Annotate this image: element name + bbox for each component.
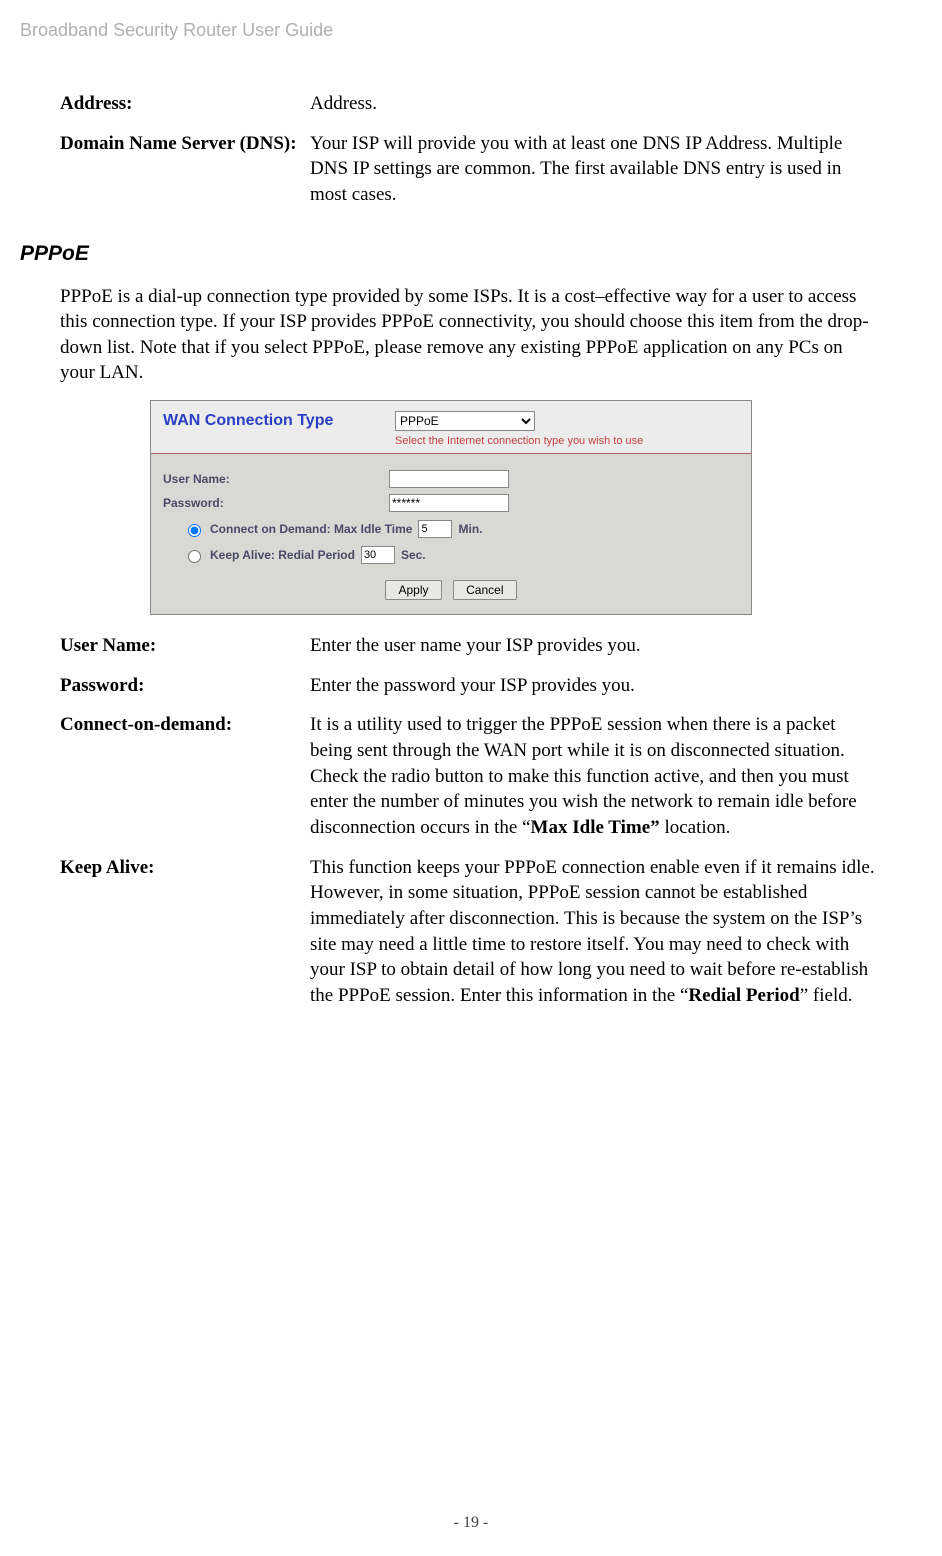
definition-description: Enter the user name your ISP provides yo… — [310, 633, 882, 659]
document-header: Broadband Security Router User Guide — [20, 20, 882, 41]
definition-row: Password: Enter the password your ISP pr… — [60, 673, 882, 699]
bold-text: Redial Period — [688, 985, 799, 1006]
password-label: Password: — [163, 496, 383, 510]
cancel-button[interactable]: Cancel — [453, 580, 516, 600]
definition-term: Domain Name Server (DNS): — [60, 131, 310, 208]
keep-alive-row: Keep Alive: Redial Period Sec. — [183, 546, 739, 564]
wan-connection-type-label: WAN Connection Type — [163, 412, 383, 430]
section-intro: PPPoE is a dial-up connection type provi… — [60, 284, 882, 387]
screenshot-subtitle: Select the Internet connection type you … — [395, 435, 739, 447]
page: Broadband Security Router User Guide Add… — [0, 0, 942, 1556]
screenshot-title-row: WAN Connection Type PPPoE — [163, 411, 739, 431]
text-run: ” field. — [800, 985, 853, 1006]
wan-connection-type-select[interactable]: PPPoE — [395, 411, 535, 431]
minutes-unit: Min. — [458, 522, 482, 536]
section-heading-pppoe: PPPoE — [20, 242, 882, 266]
definition-description: Address. — [310, 91, 882, 117]
bold-text: Max Idle Time” — [531, 817, 660, 838]
screenshot-body: User Name: Password: Connect on Demand: … — [151, 454, 751, 614]
username-input[interactable] — [389, 470, 509, 488]
keep-alive-radio[interactable] — [188, 550, 201, 563]
definition-term: Keep Alive: — [60, 855, 310, 1009]
definition-row: User Name: Enter the user name your ISP … — [60, 633, 882, 659]
software-screenshot: WAN Connection Type PPPoE Select the Int… — [150, 400, 752, 615]
definition-row: Keep Alive: This function keeps your PPP… — [60, 855, 882, 1009]
text-run: location. — [660, 817, 731, 838]
max-idle-time-input[interactable] — [418, 520, 452, 538]
definition-description: It is a utility used to trigger the PPPo… — [310, 712, 882, 840]
connect-on-demand-radio[interactable] — [188, 524, 201, 537]
password-input[interactable] — [389, 494, 509, 512]
keep-alive-label: Keep Alive: Redial Period — [210, 548, 355, 562]
definition-term: Password: — [60, 673, 310, 699]
definition-row: Domain Name Server (DNS): Your ISP will … — [60, 131, 882, 208]
username-label: User Name: — [163, 472, 383, 486]
definition-row: Connect-on-demand: It is a utility used … — [60, 712, 882, 840]
password-row: Password: — [163, 494, 739, 512]
definition-row: Address: Address. — [60, 91, 882, 117]
definition-term: Connect-on-demand: — [60, 712, 310, 840]
definition-term: User Name: — [60, 633, 310, 659]
seconds-unit: Sec. — [401, 548, 426, 562]
redial-period-input[interactable] — [361, 546, 395, 564]
username-row: User Name: — [163, 470, 739, 488]
apply-button[interactable]: Apply — [385, 580, 441, 600]
definition-description: Enter the password your ISP provides you… — [310, 673, 882, 699]
definition-description: This function keeps your PPPoE connectio… — [310, 855, 882, 1009]
connect-on-demand-label: Connect on Demand: Max Idle Time — [210, 522, 412, 536]
screenshot-header: WAN Connection Type PPPoE Select the Int… — [151, 401, 751, 454]
screenshot-buttons: Apply Cancel — [163, 580, 739, 600]
page-number: - 19 - — [0, 1514, 942, 1532]
connect-on-demand-row: Connect on Demand: Max Idle Time Min. — [183, 520, 739, 538]
definition-term: Address: — [60, 91, 310, 117]
definition-description: Your ISP will provide you with at least … — [310, 131, 882, 208]
text-run: This function keeps your PPPoE connectio… — [310, 857, 875, 1006]
